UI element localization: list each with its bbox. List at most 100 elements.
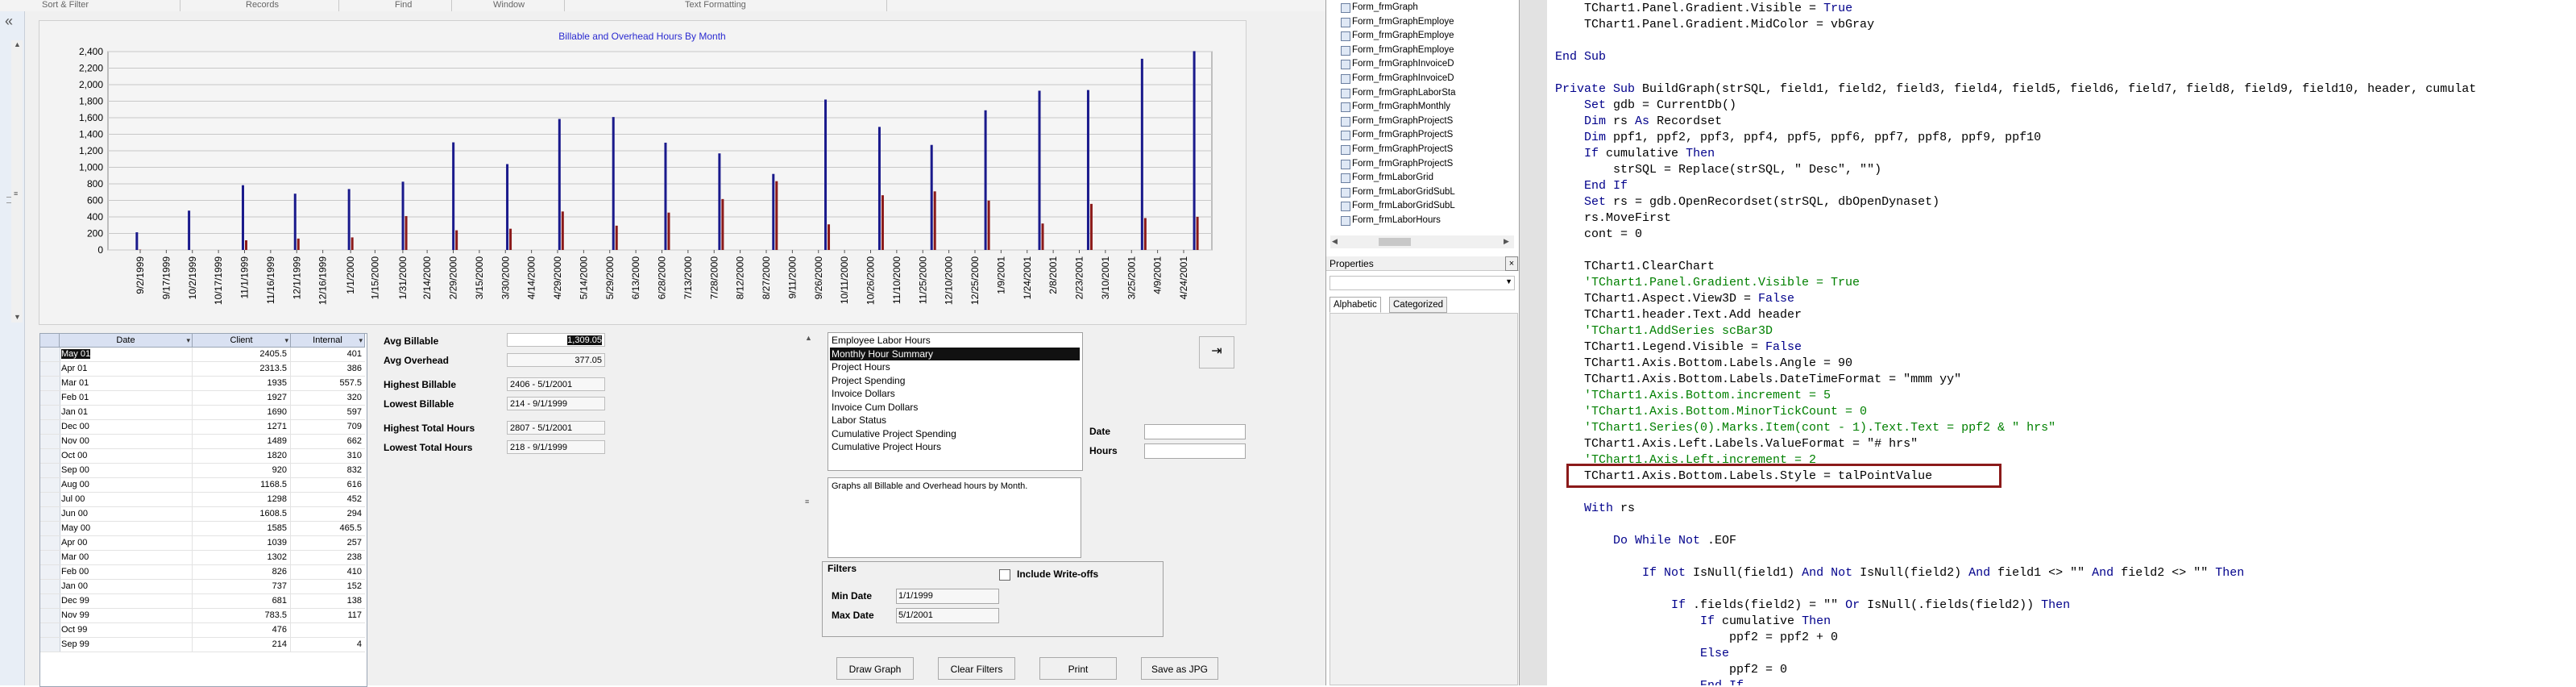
client-cell[interactable]: 1585 xyxy=(193,522,291,535)
include-writeoffs-checkbox[interactable] xyxy=(999,569,1010,581)
tree-item[interactable]: Form_frmLaborGrid xyxy=(1352,170,1433,185)
client-cell[interactable]: 1271 xyxy=(193,420,291,434)
exit-button[interactable]: ⇥ xyxy=(1199,336,1234,368)
tree-item[interactable]: Form_frmGraphLaborSta xyxy=(1352,85,1455,100)
tree-item[interactable]: Form_frmGraphProjectS xyxy=(1352,156,1453,171)
properties-list[interactable] xyxy=(1329,313,1518,685)
row-selector[interactable] xyxy=(40,609,60,622)
explorer-horizontal-scrollbar[interactable]: ◀ ▶ xyxy=(1330,235,1514,248)
list-item[interactable]: Project Hours xyxy=(830,360,1080,373)
tree-item[interactable]: Form_frmGraphEmploye xyxy=(1352,28,1454,43)
code-line[interactable]: rs.MoveFirst xyxy=(1555,211,1671,226)
table-row[interactable]: Feb 00826410 xyxy=(40,565,365,580)
row-selector[interactable] xyxy=(40,638,60,652)
lowest-total-hours-value[interactable]: 218 - 9/1/1999 xyxy=(507,440,605,454)
avg-billable-field[interactable]: 1,309.05 xyxy=(507,333,605,347)
row-selector[interactable] xyxy=(40,464,60,477)
date-cell[interactable]: May 01 xyxy=(60,348,193,361)
code-line[interactable]: TChart1.Aspect.View3D = False xyxy=(1555,292,1794,306)
form-vertical-scrollbar[interactable]: ▲ ≡ ▼ xyxy=(11,40,23,323)
code-line[interactable]: TChart1.ClearChart xyxy=(1555,260,1715,274)
tab-categorized[interactable]: Categorized xyxy=(1389,297,1447,313)
code-line[interactable]: With rs xyxy=(1555,502,1635,516)
internal-cell[interactable]: 557.5 xyxy=(291,377,365,390)
internal-cell[interactable]: 597 xyxy=(291,406,365,419)
code-line[interactable]: 'TChart1.Series(0).Marks.Item(cont - 1).… xyxy=(1555,421,2055,435)
list-item[interactable]: Project Spending xyxy=(830,374,1080,387)
internal-cell[interactable]: 465.5 xyxy=(291,522,365,535)
row-selector[interactable] xyxy=(40,391,60,405)
table-row[interactable]: Jun 001608.5294 xyxy=(40,507,365,522)
code-line[interactable]: TChart1.header.Text.Add header xyxy=(1555,308,1802,323)
client-cell[interactable]: 2313.5 xyxy=(193,362,291,376)
date-cell[interactable]: Feb 01 xyxy=(60,391,193,405)
code-line[interactable]: Private Sub BuildGraph(strSQL, field1, f… xyxy=(1555,82,2476,97)
date-cell[interactable]: Nov 99 xyxy=(60,609,193,622)
row-selector[interactable] xyxy=(40,420,60,434)
table-row[interactable]: Mar 001302238 xyxy=(40,551,365,565)
table-row[interactable]: Nov 001489662 xyxy=(40,435,365,449)
min-date-field[interactable]: 1/1/1999 xyxy=(896,589,999,604)
table-row[interactable]: Apr 012313.5386 xyxy=(40,362,365,377)
row-selector[interactable] xyxy=(40,478,60,492)
internal-cell[interactable]: 452 xyxy=(291,493,365,506)
table-row[interactable]: Apr 001039257 xyxy=(40,536,365,551)
client-cell[interactable]: 826 xyxy=(193,565,291,579)
code-line[interactable]: 'TChart1.AddSeries scBar3D xyxy=(1555,324,1773,339)
date-cell[interactable]: Jan 01 xyxy=(60,406,193,419)
tree-item[interactable]: Form_frmLaborGridSubL xyxy=(1352,198,1455,213)
lowest-billable-value[interactable]: 214 - 9/1/1999 xyxy=(507,397,605,410)
row-selector[interactable] xyxy=(40,507,60,521)
table-row[interactable]: Dec 001271709 xyxy=(40,420,365,435)
draw-graph-button[interactable]: Draw Graph xyxy=(836,657,914,680)
internal-cell[interactable]: 401 xyxy=(291,348,365,361)
print-button[interactable]: Print xyxy=(1039,657,1117,680)
table-row[interactable]: Jan 011690597 xyxy=(40,406,365,420)
row-selector[interactable] xyxy=(40,362,60,376)
tab-alphabetic[interactable]: Alphabetic xyxy=(1329,297,1381,313)
internal-cell[interactable]: 310 xyxy=(291,449,365,463)
table-row[interactable]: Oct 99476 xyxy=(40,623,365,638)
column-header-date[interactable]: Date ▾ xyxy=(60,334,193,348)
internal-cell[interactable]: 410 xyxy=(291,565,365,579)
list-item[interactable]: Cumulative Project Hours xyxy=(830,440,1080,453)
date-cell[interactable]: Apr 01 xyxy=(60,362,193,376)
tree-item[interactable]: Form_frmLaborGridSubL xyxy=(1352,185,1455,199)
code-line[interactable]: End Sub xyxy=(1555,50,1606,65)
highest-billable-value[interactable]: 2406 - 5/1/2001 xyxy=(507,377,605,391)
code-line[interactable]: Set rs = gdb.OpenRecordset(strSQL, dbOpe… xyxy=(1555,195,1939,210)
clear-filters-button[interactable]: Clear Filters xyxy=(938,657,1015,680)
chevron-down-icon[interactable]: ▼ xyxy=(1505,277,1512,285)
row-selector[interactable] xyxy=(40,594,60,608)
code-line[interactable]: TChart1.Panel.Gradient.MidColor = vbGray xyxy=(1555,18,1874,32)
avg-overhead-value[interactable]: 377.05 xyxy=(507,353,605,367)
row-selector[interactable] xyxy=(40,348,60,361)
code-line[interactable]: 'TChart1.Axis.Bottom.increment = 5 xyxy=(1555,389,1831,403)
tree-item[interactable]: Form_frmGraphProjectS xyxy=(1352,114,1453,128)
date-cell[interactable]: Apr 00 xyxy=(60,536,193,550)
internal-cell[interactable]: 4 xyxy=(291,638,365,652)
date-cell[interactable]: Nov 00 xyxy=(60,435,193,448)
scroll-left-arrow-icon[interactable]: ◀ xyxy=(1332,237,1338,246)
row-selector[interactable] xyxy=(40,623,60,637)
code-line[interactable]: Dim ppf1, ppf2, ppf3, ppf4, ppf5, ppf6, … xyxy=(1555,131,2041,145)
date-cell[interactable]: Sep 99 xyxy=(60,638,193,652)
client-cell[interactable]: 1489 xyxy=(193,435,291,448)
table-row[interactable]: Mar 011935557.5 xyxy=(40,377,365,391)
client-cell[interactable]: 783.5 xyxy=(193,609,291,622)
client-cell[interactable]: 476 xyxy=(193,623,291,637)
scroll-thumb[interactable] xyxy=(1379,238,1411,246)
internal-cell[interactable]: 616 xyxy=(291,478,365,492)
table-row[interactable]: Jul 001298452 xyxy=(40,493,365,507)
avg-billable-value[interactable]: 1,309.05 xyxy=(567,335,602,345)
date-cell[interactable]: May 00 xyxy=(60,522,193,535)
tree-item[interactable]: Form_frmGraphProjectS xyxy=(1352,142,1453,156)
table-row[interactable]: Feb 011927320 xyxy=(40,391,365,406)
table-row[interactable]: May 001585465.5 xyxy=(40,522,365,536)
list-item[interactable]: Labor Status xyxy=(830,414,1080,427)
client-cell[interactable]: 214 xyxy=(193,638,291,652)
code-line[interactable]: TChart1.Axis.Bottom.Labels.DateTimeForma… xyxy=(1555,373,1961,387)
code-line[interactable]: If .fields(field2) = "" Or IsNull(.field… xyxy=(1555,598,2070,613)
code-line[interactable]: TChart1.Legend.Visible = False xyxy=(1555,340,1802,355)
monthly-hours-datasheet[interactable]: Date ▾ Client ▾ Internal ▾ May 012405.54… xyxy=(39,333,367,687)
